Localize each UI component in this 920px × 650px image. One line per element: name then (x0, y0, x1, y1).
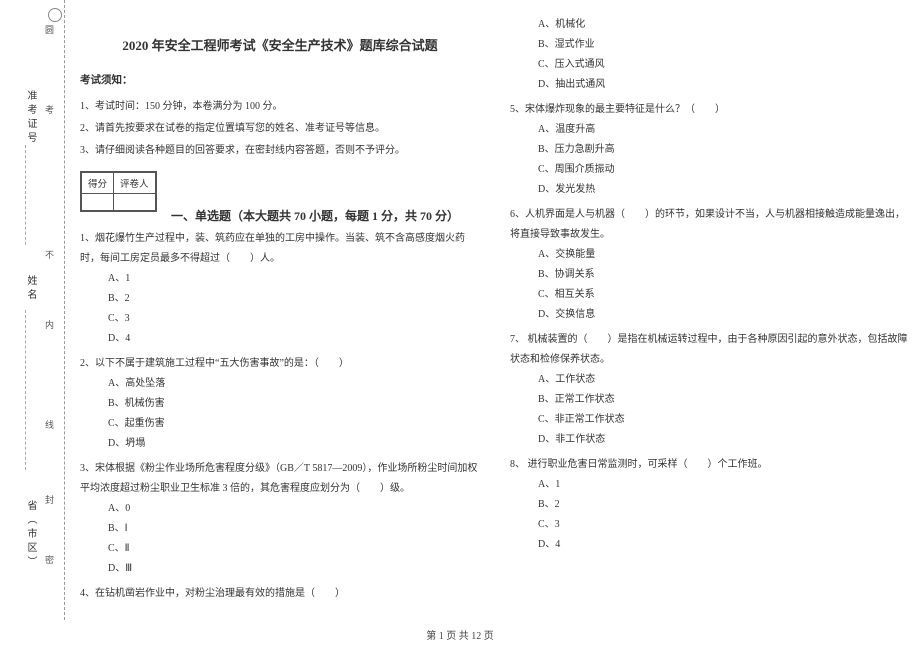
binding-marker: 密 (43, 555, 56, 574)
top-circle (48, 8, 62, 22)
question-stem: 6、人机界面是人与机器（ ）的环节，如果设计不当，人与机器相接触造成能量逸出，将… (510, 205, 910, 245)
question-option: B、协调关系 (510, 265, 910, 285)
question-stem: 4、在钻机凿岩作业中，对粉尘治理最有效的措施是（ ） (80, 584, 480, 604)
question-option: C、相互关系 (510, 285, 910, 305)
question-option: B、2 (80, 289, 480, 309)
score-label: 得分 (82, 173, 114, 194)
question-option: B、Ⅰ (80, 519, 480, 539)
binding-label-name: 姓名 (23, 275, 38, 303)
question-option: D、Ⅲ (80, 559, 480, 579)
notice-heading: 考试须知： (80, 72, 480, 87)
binding-label-admit: 准考证号 (23, 90, 38, 146)
question-stem: 7、 机械装置的（ ）是指在机械运转过程中，由于各种原因引起的意外状态，包括故障… (510, 330, 910, 370)
question-option: D、非工作状态 (510, 430, 910, 450)
question-option: A、工作状态 (510, 370, 910, 390)
question-option: A、交换能量 (510, 245, 910, 265)
binding-margin: 圆 考 不 内 线 封 密 准考证号 姓名 省（市区） (35, 0, 65, 620)
binding-dashline (25, 310, 26, 470)
notice-item: 2、请首先按要求在试卷的指定位置填写您的姓名、准考证号等信息。 (80, 119, 480, 139)
question-option: A、0 (80, 499, 480, 519)
question-option: B、2 (510, 495, 910, 515)
binding-dashline (25, 145, 26, 245)
score-section-row: 得分 评卷人 一、单选题（本大题共 70 小题，每题 1 分，共 70 分） (80, 163, 480, 224)
score-box: 得分 评卷人 (80, 171, 157, 212)
question-option: D、交换信息 (510, 305, 910, 325)
notice-item: 3、请仔细阅读各种题目的回答要求，在密封线内容答题，否则不予评分。 (80, 141, 480, 161)
binding-marker: 封 (43, 495, 56, 514)
question-option: C、3 (510, 515, 910, 535)
question-option: A、温度升高 (510, 120, 910, 140)
binding-marker: 内 (43, 320, 56, 339)
exam-title: 2020 年安全工程师考试《安全生产技术》题库综合试题 (80, 35, 480, 54)
question-stem: 5、宋体爆炸现象的最主要特征是什么？（ ） (510, 100, 910, 120)
binding-marker: 考 (43, 105, 56, 124)
question-option: B、湿式作业 (510, 35, 910, 55)
question-option: D、坍塌 (80, 434, 480, 454)
question-option: D、4 (80, 329, 480, 349)
question-stem: 8、 进行职业危害日常监测时，可采样（ ）个工作班。 (510, 455, 910, 475)
question-option: A、高处坠落 (80, 374, 480, 394)
content-area: 2020 年安全工程师考试《安全生产技术》题库综合试题 考试须知： 1、考试时间… (80, 0, 910, 620)
question-option: D、发光发热 (510, 180, 910, 200)
left-column: 2020 年安全工程师考试《安全生产技术》题库综合试题 考试须知： 1、考试时间… (80, 0, 480, 620)
binding-marker: 线 (43, 420, 56, 439)
binding-label-province: 省（市区） (23, 500, 38, 570)
grader-label: 评卷人 (114, 173, 156, 194)
question-stem: 2、以下不属于建筑施工过程中“五大伤害事故”的是：（ ） (80, 354, 480, 374)
right-column: A、机械化 B、湿式作业 C、压入式通风 D、抽出式通风 5、宋体爆炸现象的最主… (510, 0, 910, 620)
section-title: 一、单选题（本大题共 70 小题，每题 1 分，共 70 分） (171, 209, 459, 223)
question-option: A、1 (510, 475, 910, 495)
binding-marker: 不 (43, 250, 56, 269)
question-stem: 3、宋体根据《粉尘作业场所危害程度分级》（GB／T 5817—2009），作业场… (80, 459, 480, 499)
question-option: A、1 (80, 269, 480, 289)
question-option: D、4 (510, 535, 910, 555)
grader-blank (114, 194, 156, 211)
question-option: C、周围介质振动 (510, 160, 910, 180)
question-option: C、非正常工作状态 (510, 410, 910, 430)
question-option: C、Ⅱ (80, 539, 480, 559)
question-option: C、压入式通风 (510, 55, 910, 75)
question-option: C、起重伤害 (80, 414, 480, 434)
question-option: D、抽出式通风 (510, 75, 910, 95)
score-blank (82, 194, 114, 211)
page: 圆 考 不 内 线 封 密 准考证号 姓名 省（市区） 2020 年安全工程师考… (0, 0, 920, 650)
question-option: A、机械化 (510, 15, 910, 35)
question-option: C、3 (80, 309, 480, 329)
question-stem: 1、烟花爆竹生产过程中，装、筑药应在单独的工房中操作。当装、筑不含高感度烟火药时… (80, 229, 480, 269)
notice-item: 1、考试时间：150 分钟，本卷满分为 100 分。 (80, 97, 480, 117)
question-option: B、压力急剧升高 (510, 140, 910, 160)
question-option: B、正常工作状态 (510, 390, 910, 410)
page-footer: 第 1 页 共 12 页 (0, 627, 920, 642)
question-option: B、机械伤害 (80, 394, 480, 414)
binding-circle-label: 圆 (43, 25, 56, 44)
